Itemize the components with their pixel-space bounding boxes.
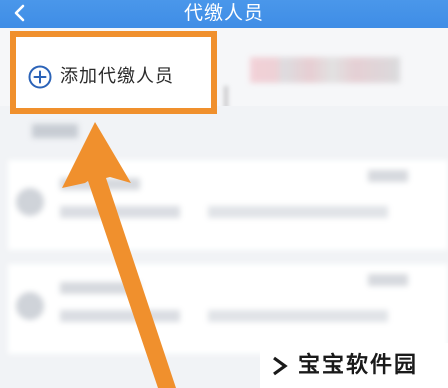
list-item[interactable] xyxy=(8,264,448,354)
add-payer-label: 添加代缴人员 xyxy=(60,66,174,87)
blurred-text xyxy=(208,310,388,322)
add-payer-button[interactable]: 添加代缴人员 xyxy=(10,31,217,114)
blurred-text xyxy=(368,170,408,182)
list-item[interactable] xyxy=(8,160,448,250)
header-bar: 代缴人员 xyxy=(0,0,448,28)
blurred-text xyxy=(368,274,408,286)
blurred-text xyxy=(208,206,388,218)
watermark-logo-icon xyxy=(273,356,288,375)
plus-circle-icon xyxy=(28,65,52,89)
avatar xyxy=(16,188,44,216)
blurred-text xyxy=(60,178,140,190)
blurred-section-label xyxy=(32,124,78,138)
blurred-text xyxy=(60,282,140,294)
page-title: 代缴人员 xyxy=(183,2,264,24)
watermark: 宝宝软件园 xyxy=(260,343,448,388)
watermark-text: 宝宝软件园 xyxy=(298,352,419,378)
blurred-member-name xyxy=(250,57,400,83)
blurred-text xyxy=(60,206,180,218)
avatar xyxy=(16,292,44,320)
blurred-text xyxy=(60,310,180,322)
